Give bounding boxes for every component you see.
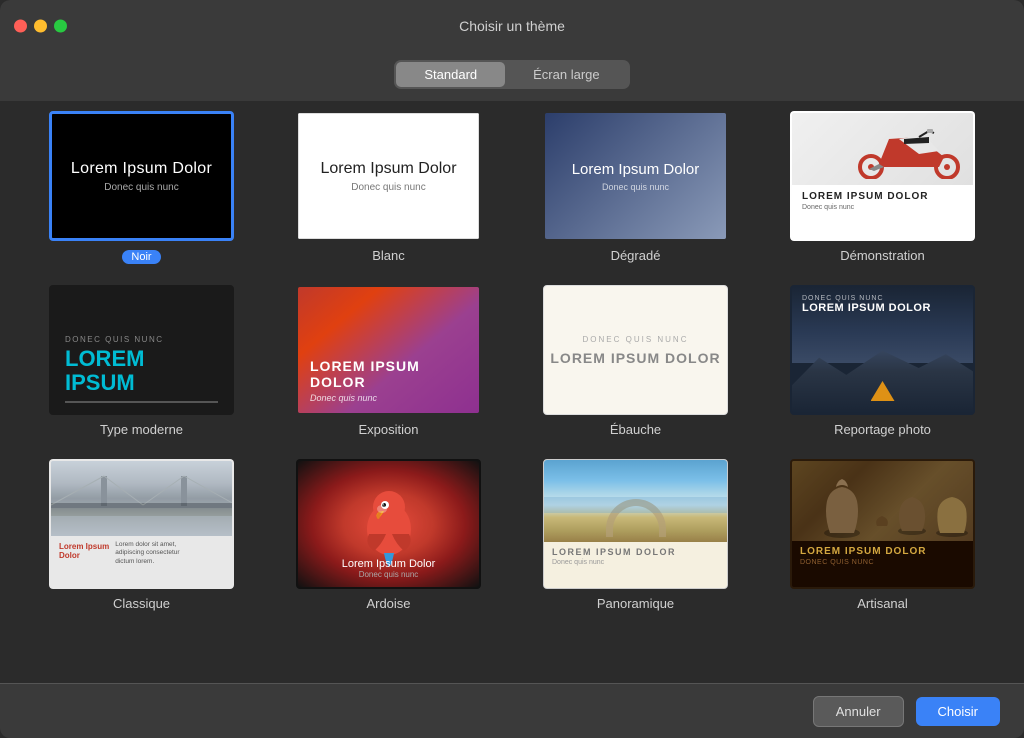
themes-grid: Lorem Ipsum Dolor Donec quis nunc Noir L… bbox=[30, 111, 994, 613]
theme-pano-title: LOREM IPSUM DOLOR bbox=[552, 547, 719, 557]
theme-ardoise-sub: Donec quis nunc bbox=[298, 570, 479, 579]
theme-artisanal-label: Artisanal bbox=[857, 596, 908, 611]
theme-reportage-photo-label-wrap: Reportage photo bbox=[834, 421, 931, 439]
theme-demo-sub: Donec quis nunc bbox=[802, 204, 963, 211]
theme-noir-label-wrap: Noir bbox=[122, 247, 160, 265]
maximize-button[interactable] bbox=[54, 20, 67, 33]
theme-thumb-panoramique[interactable]: LOREM IPSUM DOLOR Donec quis nunc bbox=[543, 459, 728, 589]
theme-thumb-ardoise[interactable]: Lorem Ipsum Dolor Donec quis nunc bbox=[296, 459, 481, 589]
theme-degrade-title: Lorem Ipsum Dolor bbox=[572, 161, 700, 178]
minimize-button[interactable] bbox=[34, 20, 47, 33]
bottom-bar: Annuler Choisir bbox=[0, 683, 1024, 738]
titlebar: Choisir un thème bbox=[0, 0, 1024, 52]
theme-type-moderne-label: Type moderne bbox=[100, 422, 183, 437]
window: Choisir un thème Standard Écran large Lo… bbox=[0, 0, 1024, 738]
theme-reportage-title: LOREM IPSUM DOLOR bbox=[802, 302, 963, 315]
theme-ardoise-label-wrap: Ardoise bbox=[366, 595, 410, 613]
theme-degrade-label-wrap: Dégradé bbox=[611, 247, 661, 265]
theme-thumb-reportage-photo[interactable]: DONEC QUIS NUNC LOREM IPSUM DOLOR bbox=[790, 285, 975, 415]
theme-ebauche-label: Ébauche bbox=[610, 422, 661, 437]
theme-noir-title: Lorem Ipsum Dolor bbox=[71, 160, 212, 178]
theme-thumb-noir[interactable]: Lorem Ipsum Dolor Donec quis nunc bbox=[49, 111, 234, 241]
theme-panoramique-label-wrap: Panoramique bbox=[597, 595, 674, 613]
cancel-button[interactable]: Annuler bbox=[813, 696, 904, 727]
theme-item-demonstration[interactable]: LOREM IPSUM DOLOR Donec quis nunc Démons… bbox=[771, 111, 994, 265]
theme-noir-badge: Noir bbox=[122, 250, 160, 264]
window-title: Choisir un thème bbox=[459, 18, 565, 34]
theme-item-exposition[interactable]: LOREM IPSUM DOLOR Donec quis nunc Exposi… bbox=[277, 285, 500, 439]
theme-artisanal-label-wrap: Artisanal bbox=[857, 595, 908, 613]
theme-item-type-moderne[interactable]: DONEC QUIS NUNC LOREM IPSUM Type moderne bbox=[30, 285, 253, 439]
theme-expo-title: LOREM IPSUM DOLOR bbox=[310, 358, 467, 390]
theme-demonstration-label-wrap: Démonstration bbox=[840, 247, 925, 265]
theme-item-panoramique[interactable]: LOREM IPSUM DOLOR Donec quis nunc Panora… bbox=[524, 459, 747, 613]
theme-item-blanc[interactable]: Lorem Ipsum Dolor Donec quis nunc Blanc bbox=[277, 111, 500, 265]
theme-ebauche-donec: DONEC QUIS NUNC bbox=[582, 335, 688, 344]
theme-typem-donec: DONEC QUIS NUNC bbox=[65, 335, 218, 344]
theme-thumb-degrade[interactable]: Lorem Ipsum Dolor Donec quis nunc bbox=[543, 111, 728, 241]
theme-pano-sub: Donec quis nunc bbox=[552, 559, 719, 566]
close-button[interactable] bbox=[14, 20, 27, 33]
theme-exposition-label: Exposition bbox=[359, 422, 419, 437]
theme-thumb-demonstration[interactable]: LOREM IPSUM DOLOR Donec quis nunc bbox=[790, 111, 975, 241]
theme-blanc-sub: Donec quis nunc bbox=[351, 182, 426, 193]
theme-classique-label: Classique bbox=[113, 596, 170, 611]
theme-blanc-label: Blanc bbox=[372, 248, 405, 263]
theme-thumb-classique[interactable]: Lorem IpsumDolor Lorem dolor sit amet,ad… bbox=[49, 459, 234, 589]
theme-ardoise-title: Lorem Ipsum Dolor bbox=[298, 558, 479, 570]
theme-item-ebauche[interactable]: DONEC QUIS NUNC LOREM IPSUM DOLOR Ébauch… bbox=[524, 285, 747, 439]
theme-typem-lorem: LOREM IPSUM bbox=[65, 347, 218, 395]
theme-ebauche-label-wrap: Ébauche bbox=[610, 421, 661, 439]
tab-widescreen[interactable]: Écran large bbox=[505, 62, 627, 87]
theme-thumb-artisanal[interactable]: LOREM IPSUM DOLOR DONEC QUIS NUNC bbox=[790, 459, 975, 589]
theme-demonstration-label: Démonstration bbox=[840, 248, 925, 263]
traffic-lights bbox=[14, 20, 67, 33]
parrot-icon bbox=[344, 479, 434, 569]
theme-classique-left: Lorem IpsumDolor bbox=[59, 541, 109, 582]
theme-item-degrade[interactable]: Lorem Ipsum Dolor Donec quis nunc Dégrad… bbox=[524, 111, 747, 265]
theme-thumb-blanc[interactable]: Lorem Ipsum Dolor Donec quis nunc bbox=[296, 111, 481, 241]
tab-standard[interactable]: Standard bbox=[396, 62, 505, 87]
theme-typem-line bbox=[65, 401, 218, 403]
theme-blanc-title: Lorem Ipsum Dolor bbox=[320, 160, 456, 178]
theme-item-ardoise[interactable]: Lorem Ipsum Dolor Donec quis nunc Ardois… bbox=[277, 459, 500, 613]
theme-type-moderne-label-wrap: Type moderne bbox=[100, 421, 183, 439]
theme-degrade-label: Dégradé bbox=[611, 248, 661, 263]
theme-item-noir[interactable]: Lorem Ipsum Dolor Donec quis nunc Noir bbox=[30, 111, 253, 265]
theme-classique-label-wrap: Classique bbox=[113, 595, 170, 613]
tab-group: Standard Écran large bbox=[394, 60, 629, 89]
themes-content: Lorem Ipsum Dolor Donec quis nunc Noir L… bbox=[0, 101, 1024, 684]
moto-icon bbox=[849, 119, 969, 179]
theme-degrade-sub: Donec quis nunc bbox=[602, 182, 669, 192]
theme-classique-right: Lorem dolor sit amet,adipiscing consecte… bbox=[115, 541, 179, 582]
theme-thumb-exposition[interactable]: LOREM IPSUM DOLOR Donec quis nunc bbox=[296, 285, 481, 415]
pottery-icon bbox=[792, 461, 973, 541]
theme-thumb-ebauche[interactable]: DONEC QUIS NUNC LOREM IPSUM DOLOR bbox=[543, 285, 728, 415]
theme-thumb-type-moderne[interactable]: DONEC QUIS NUNC LOREM IPSUM bbox=[49, 285, 234, 415]
theme-artisanal-title: LOREM IPSUM DOLOR bbox=[800, 546, 965, 557]
theme-panoramique-label: Panoramique bbox=[597, 596, 674, 611]
theme-ebauche-title: LOREM IPSUM DOLOR bbox=[550, 350, 720, 366]
bridge-icon bbox=[51, 461, 232, 536]
theme-expo-sub: Donec quis nunc bbox=[310, 393, 467, 403]
theme-item-reportage-photo[interactable]: DONEC QUIS NUNC LOREM IPSUM DOLOR Report… bbox=[771, 285, 994, 439]
theme-item-artisanal[interactable]: LOREM IPSUM DOLOR DONEC QUIS NUNC Artisa… bbox=[771, 459, 994, 613]
theme-artisanal-sub: DONEC QUIS NUNC bbox=[800, 559, 965, 566]
theme-reportage-photo-label: Reportage photo bbox=[834, 422, 931, 437]
theme-reportage-donec: DONEC QUIS NUNC bbox=[802, 295, 963, 302]
theme-exposition-label-wrap: Exposition bbox=[359, 421, 419, 439]
theme-ardoise-label: Ardoise bbox=[366, 596, 410, 611]
theme-demo-title: LOREM IPSUM DOLOR bbox=[802, 191, 963, 202]
theme-blanc-label-wrap: Blanc bbox=[372, 247, 405, 265]
theme-item-classique[interactable]: Lorem IpsumDolor Lorem dolor sit amet,ad… bbox=[30, 459, 253, 613]
choose-button[interactable]: Choisir bbox=[916, 697, 1000, 726]
theme-noir-sub: Donec quis nunc bbox=[104, 182, 179, 193]
tab-bar: Standard Écran large bbox=[0, 52, 1024, 101]
